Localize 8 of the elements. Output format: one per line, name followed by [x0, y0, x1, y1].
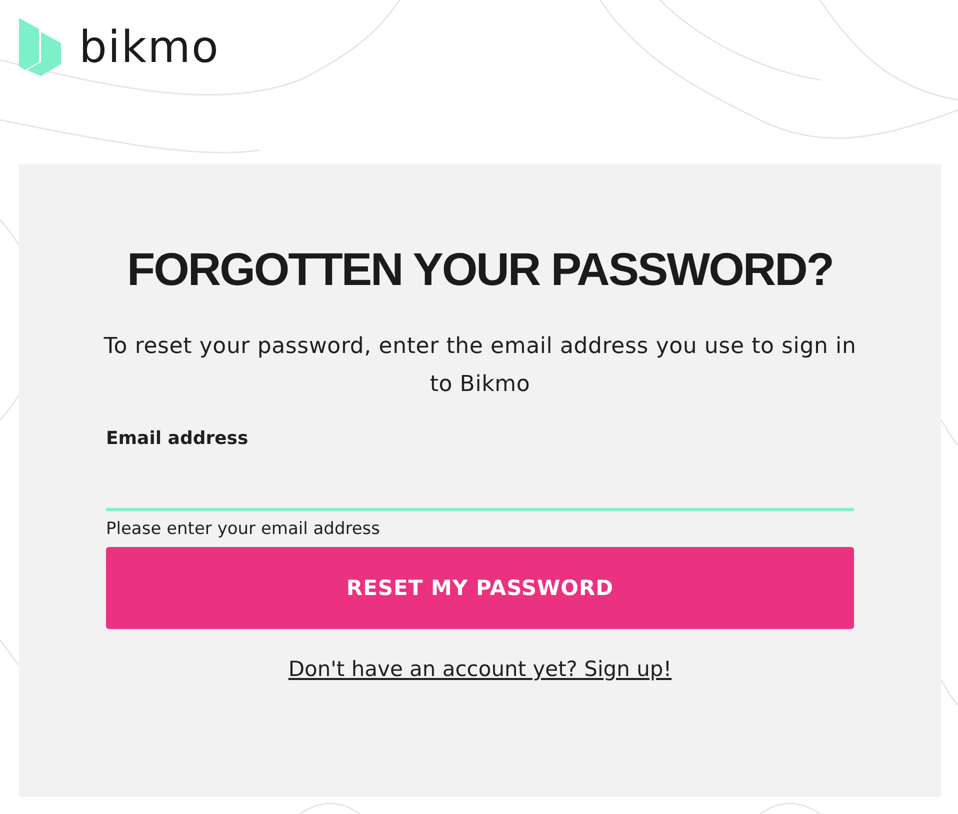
reset-password-button[interactable]: RESET MY PASSWORD	[106, 547, 854, 629]
field-label: Email address	[106, 428, 248, 449]
page-title: FORGOTTEN YOUR PASSWORD?	[127, 242, 833, 297]
signup-link[interactable]: Don't have an account yet? Sign up!	[288, 657, 672, 681]
intro-text: To reset your password, enter the email address you use to sign in to Bikmo	[102, 333, 858, 399]
brand-name: bikmo	[79, 22, 220, 72]
logo-icon	[19, 18, 61, 76]
helper-text: Please enter your email address	[106, 519, 380, 539]
